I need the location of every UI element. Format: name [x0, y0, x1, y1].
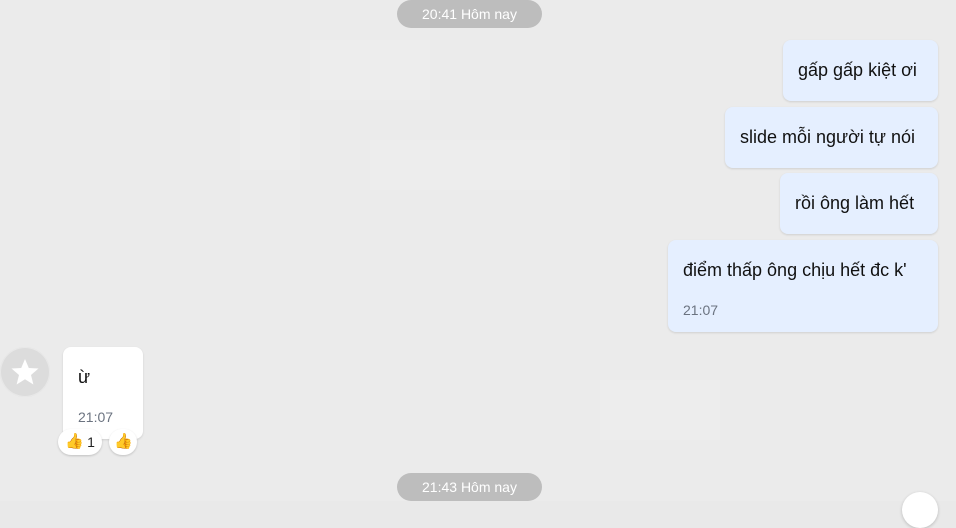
- outgoing-message[interactable]: gấp gấp kiệt ơi: [783, 40, 938, 101]
- message-time: 21:07: [78, 409, 114, 425]
- message-text: rồi ông làm hết: [795, 193, 915, 213]
- outgoing-message[interactable]: slide mỗi người tự nói: [725, 107, 938, 168]
- message-text: slide mỗi người tự nói: [740, 127, 915, 147]
- avatar[interactable]: [0, 347, 50, 397]
- date-separator-top: 20:41 Hôm nay: [397, 0, 542, 28]
- message-time: 21:07: [683, 302, 719, 318]
- reaction-count: 1: [87, 434, 95, 450]
- background-pattern: [370, 140, 570, 190]
- background-pattern: [310, 40, 430, 100]
- star-icon: [11, 359, 39, 385]
- reaction-summary[interactable]: 👍 1: [58, 429, 102, 455]
- message-text: ừ: [78, 367, 91, 387]
- thumbs-up-icon: 👍: [65, 433, 84, 450]
- outgoing-message[interactable]: rồi ông làm hết: [780, 173, 938, 234]
- message-text: gấp gấp kiệt ơi: [798, 60, 917, 80]
- background-pattern: [240, 110, 300, 170]
- background-pattern: [110, 40, 170, 100]
- message-text: điểm thấp ông chịu hết đc k': [683, 260, 907, 280]
- background-pattern: [600, 380, 720, 440]
- outgoing-message[interactable]: điểm thấp ông chịu hết đc k' 21:07: [668, 240, 938, 332]
- date-separator-bottom: 21:43 Hôm nay: [397, 473, 542, 501]
- thumbs-up-icon: 👍: [114, 433, 133, 450]
- incoming-message[interactable]: ừ 21:07: [63, 347, 143, 439]
- add-reaction-button[interactable]: 👍: [109, 429, 137, 455]
- scroll-to-bottom-button[interactable]: [902, 492, 938, 528]
